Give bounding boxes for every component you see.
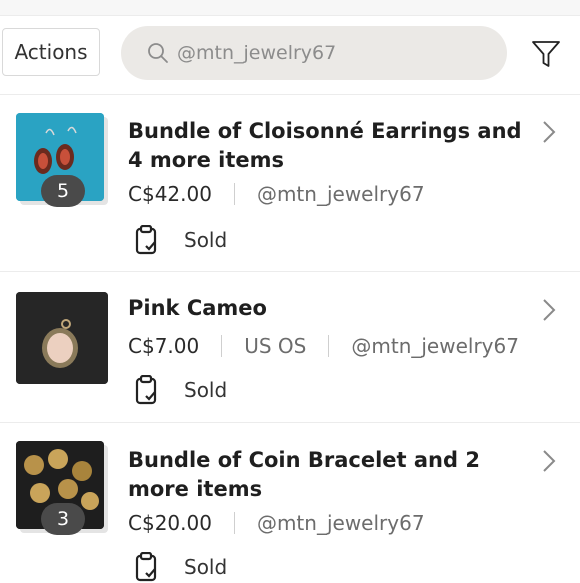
divider: [233, 183, 235, 205]
divider: [233, 512, 235, 534]
listing-row[interactable]: 5 Bundle of Cloisonné Earrings and 4 mor…: [0, 95, 580, 272]
listing-title[interactable]: Bundle of Coin Bracelet and 2 more items: [128, 446, 528, 504]
search-value: @mtn_jewelry67: [177, 42, 337, 64]
cameo-photo: [16, 292, 108, 384]
search-input[interactable]: @mtn_jewelry67: [121, 26, 507, 80]
bundle-count-badge: 5: [41, 175, 85, 207]
chevron-right-icon[interactable]: [541, 297, 557, 323]
listing-thumbnail[interactable]: 3: [16, 441, 108, 535]
listing-status: Sold: [134, 374, 227, 406]
listing-seller[interactable]: @mtn_jewelry67: [257, 182, 425, 206]
filter-icon[interactable]: [530, 38, 562, 70]
listing-thumbnail[interactable]: [16, 292, 108, 384]
status-label: Sold: [184, 555, 228, 579]
listing-thumbnail[interactable]: 5: [16, 113, 108, 207]
clipboard-check-icon: [135, 375, 157, 405]
clipboard-check-icon: [135, 552, 157, 582]
listing-status: Sold: [134, 224, 227, 256]
status-strip: [0, 0, 580, 16]
status-label: Sold: [184, 378, 228, 402]
listing-price: C$7.00: [128, 334, 200, 358]
listing-price: C$42.00: [128, 182, 212, 206]
toolbar: Actions @mtn_jewelry67: [0, 16, 580, 95]
listing-meta: C$7.00 US OS @mtn_jewelry67: [128, 331, 519, 361]
divider: [221, 335, 223, 357]
clipboard-check-icon: [135, 225, 157, 255]
bundle-count-badge: 3: [41, 503, 85, 535]
actions-button[interactable]: Actions: [2, 28, 100, 76]
chevron-right-icon[interactable]: [541, 448, 557, 474]
divider: [328, 335, 330, 357]
listing-status: Sold: [134, 551, 227, 583]
listing-meta: C$20.00 @mtn_jewelry67: [128, 508, 425, 538]
listing-seller[interactable]: @mtn_jewelry67: [257, 511, 425, 535]
listing-meta: C$42.00 @mtn_jewelry67: [128, 179, 425, 209]
listing-title[interactable]: Pink Cameo: [128, 294, 528, 323]
listing-size: US OS: [244, 334, 307, 358]
listing-row[interactable]: 3 Bundle of Coin Bracelet and 2 more ite…: [0, 423, 580, 583]
chevron-right-icon[interactable]: [541, 119, 557, 145]
search-icon: [148, 43, 168, 63]
listing-price: C$20.00: [128, 511, 212, 535]
listing-row[interactable]: Pink Cameo C$7.00 US OS @mtn_jewelry67 S…: [0, 272, 580, 423]
status-label: Sold: [184, 228, 228, 252]
listing-title[interactable]: Bundle of Cloisonné Earrings and 4 more …: [128, 117, 528, 175]
listing-seller[interactable]: @mtn_jewelry67: [351, 334, 519, 358]
